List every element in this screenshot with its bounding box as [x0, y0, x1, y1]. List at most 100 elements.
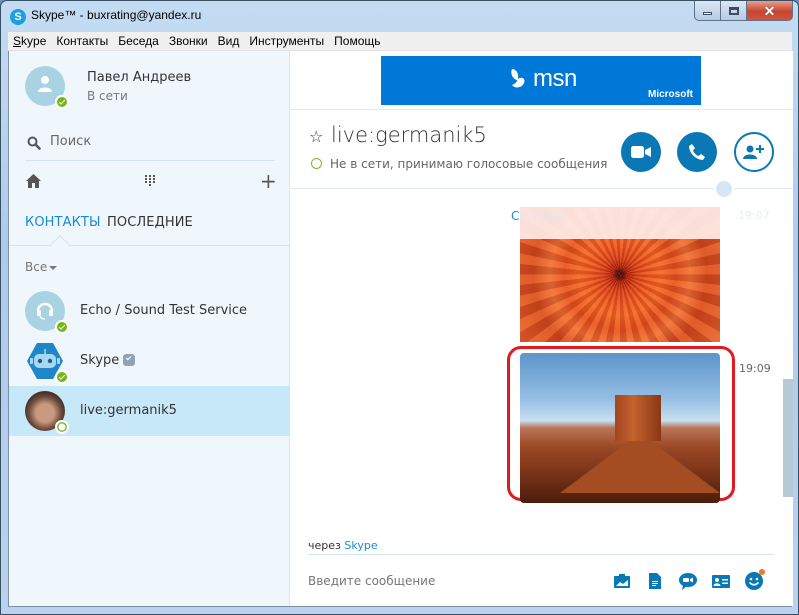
menu-help[interactable]: Помощь — [329, 32, 385, 51]
butterfly-icon — [511, 69, 525, 88]
profile-status[interactable]: В сети — [87, 89, 128, 103]
maximize-icon — [728, 6, 739, 15]
chat-panel: msn Microsoft ☆ live:germanik5 Не в сети… — [291, 51, 793, 606]
online-status-icon — [55, 95, 69, 109]
skype-logo-icon: S — [10, 9, 26, 25]
menu-conversation[interactable]: Беседа — [113, 32, 164, 51]
contact-avatar-photo — [25, 391, 69, 434]
menu-bar: Skype Контакты Беседа Звонки Вид Инструм… — [8, 32, 792, 51]
dialpad-icon[interactable] — [145, 175, 155, 187]
contact-tabs: КОНТАКТЫ ПОСЛЕДНИЕ — [9, 211, 290, 255]
contact-avatar — [25, 341, 69, 384]
via-skype-link[interactable]: Skype — [344, 539, 377, 552]
plus-icon[interactable]: + — [260, 171, 277, 191]
contact-filter-dropdown[interactable]: Все — [25, 260, 58, 274]
butte-rock — [615, 395, 661, 441]
client-area: Павел Андреев В сети Поиск + КОНТАКТЫ ПО… — [8, 51, 793, 607]
chat-title[interactable]: live:germanik5 — [331, 123, 487, 147]
maximize-button[interactable] — [721, 1, 747, 21]
chat-scrollbar-thumb[interactable] — [783, 379, 793, 497]
title-bar[interactable]: S Skype™ - buxrating@yandex.ru ✕ — [1, 1, 798, 31]
menu-skype[interactable]: Skype — [8, 32, 51, 51]
check-icon — [125, 354, 132, 360]
video-call-button[interactable] — [621, 132, 661, 172]
menu-calls[interactable]: Звонки — [164, 32, 213, 51]
phone-icon — [689, 144, 705, 160]
butte-slope — [560, 433, 720, 493]
window-title: Skype™ - buxrating@yandex.ru — [31, 8, 202, 22]
add-people-button[interactable] — [734, 132, 774, 172]
window-controls: ✕ — [694, 1, 793, 21]
search-box[interactable]: Поиск — [25, 131, 275, 161]
search-input[interactable]: Поиск — [50, 134, 91, 149]
check-icon — [58, 373, 66, 380]
offline-status-icon — [55, 420, 69, 434]
notification-dot — [759, 569, 765, 575]
audio-call-button[interactable] — [677, 132, 717, 172]
menu-tools[interactable]: Инструменты — [244, 32, 329, 51]
send-photo-button[interactable] — [612, 571, 632, 591]
contact-item-germanik5[interactable]: live:germanik5 — [9, 386, 290, 436]
contact-card-icon — [712, 574, 730, 588]
send-contact-button[interactable] — [711, 571, 731, 591]
sidebar: Павел Андреев В сети Поиск + КОНТАКТЫ ПО… — [9, 51, 290, 606]
via-prefix: через — [308, 539, 341, 552]
message-timestamp: 19:07 — [738, 209, 770, 222]
active-tab-indicator — [50, 235, 70, 255]
globe-icon — [714, 179, 734, 199]
contact-item-skype[interactable]: Skype — [9, 336, 290, 386]
headset-icon — [36, 302, 54, 320]
msn-logo: msn — [509, 65, 577, 93]
highlighted-image-frame — [507, 346, 735, 503]
offline-status-icon — [311, 158, 322, 169]
filter-label: Все — [25, 260, 48, 274]
message-input[interactable]: Введите сообщение — [308, 574, 435, 588]
microsoft-text: Microsoft — [648, 89, 693, 100]
add-person-icon — [743, 145, 764, 159]
video-message-button[interactable] — [678, 571, 698, 591]
video-message-icon — [679, 572, 697, 590]
person-icon — [38, 76, 52, 92]
tab-contacts[interactable]: КОНТАКТЫ — [25, 215, 101, 230]
video-camera-icon — [631, 146, 651, 158]
chat-image-desert[interactable] — [520, 353, 720, 503]
close-icon: ✕ — [763, 2, 776, 19]
contact-name: Echo / Sound Test Service — [80, 303, 248, 318]
msn-ad-banner[interactable]: msn Microsoft — [381, 56, 701, 105]
file-icon — [649, 573, 661, 589]
presence-text: Не в сети, принимаю голосовые сообщения — [330, 157, 608, 171]
photo-icon — [614, 574, 630, 588]
contact-item-echo[interactable]: Echo / Sound Test Service — [9, 286, 290, 336]
contact-name: Skype — [80, 353, 136, 368]
chat-image-flower[interactable] — [520, 207, 720, 342]
chat-header: ☆ live:germanik5 Не в сети, принимаю гол… — [291, 109, 793, 189]
close-button[interactable]: ✕ — [747, 1, 793, 21]
profile-avatar[interactable] — [25, 66, 69, 109]
contact-name: live:germanik5 — [80, 403, 177, 418]
send-file-button[interactable] — [645, 571, 665, 591]
compose-toolbar — [612, 569, 765, 591]
check-icon — [58, 98, 66, 105]
online-status-icon — [55, 320, 69, 334]
contact-avatar — [25, 291, 69, 334]
emoticons-button[interactable] — [744, 569, 765, 591]
menu-skype-mnemonic: S — [13, 33, 22, 48]
profile-card[interactable]: Павел Андреев В сети — [25, 66, 285, 110]
message-timestamp: 19:09 — [739, 362, 771, 375]
msn-brand-text: msn — [533, 65, 577, 92]
menu-view[interactable]: Вид — [213, 32, 245, 51]
tab-recent[interactable]: ПОСЛЕДНИЕ — [107, 215, 193, 230]
skype-window: S Skype™ - buxrating@yandex.ru ✕ Skype К… — [0, 0, 799, 615]
contact-name-text: Skype — [80, 353, 120, 368]
minimize-button[interactable] — [694, 1, 721, 21]
menu-skype-rest: kype — [21, 33, 47, 48]
fade-overlay — [520, 207, 720, 239]
favorite-star-icon[interactable]: ☆ — [309, 127, 323, 146]
verified-icon — [123, 353, 136, 366]
chevron-down-icon — [49, 265, 58, 270]
menu-contacts[interactable]: Контакты — [51, 32, 113, 51]
home-icon[interactable] — [26, 174, 41, 188]
profile-name: Павел Андреев — [87, 70, 192, 85]
compose-divider — [308, 554, 774, 555]
contact-presence: Не в сети, принимаю голосовые сообщения — [311, 157, 607, 171]
